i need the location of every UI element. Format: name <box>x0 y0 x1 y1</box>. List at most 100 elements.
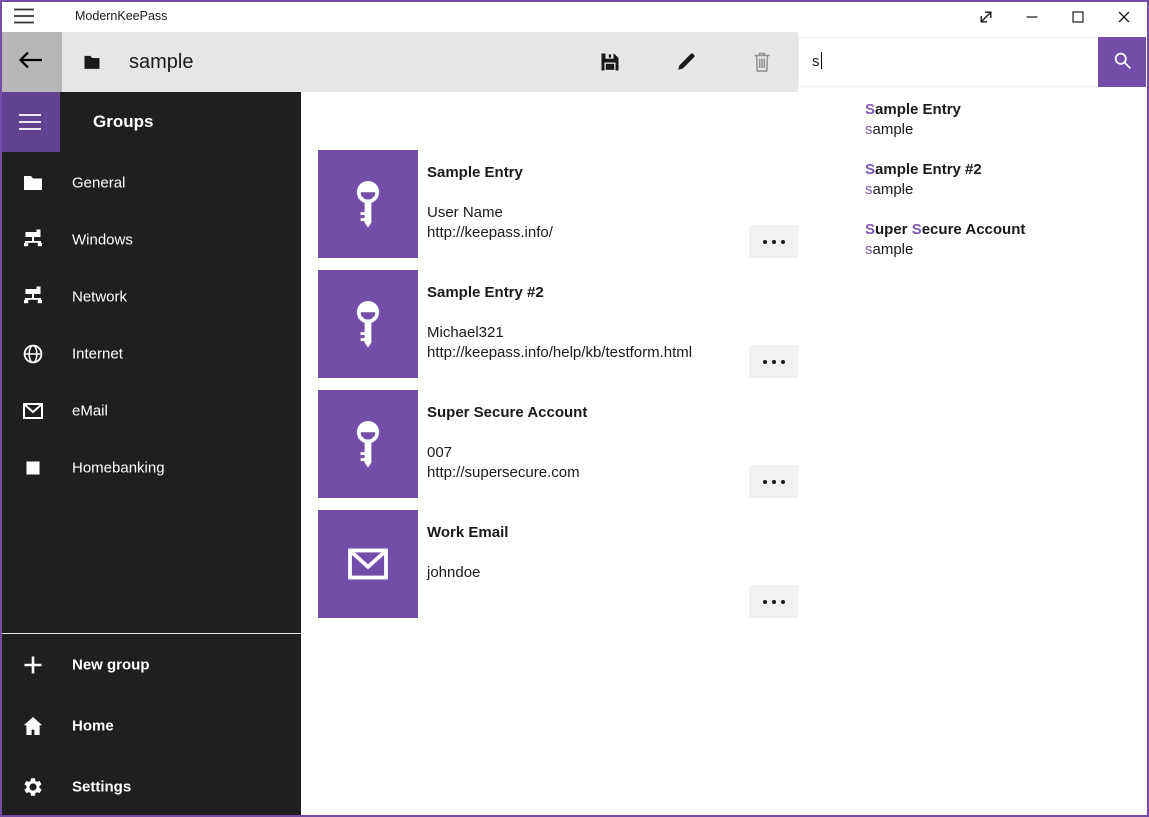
maximize-button[interactable] <box>1055 2 1101 32</box>
sidebar-action-new-group[interactable]: New group <box>0 634 301 695</box>
globe-icon <box>20 341 46 367</box>
sidebar-item-network[interactable]: Network <box>0 268 301 325</box>
entry-row-super-secure-account[interactable]: Super Secure Account 007 http://supersec… <box>318 390 798 498</box>
save-icon <box>598 50 622 74</box>
pencil-icon <box>674 50 698 74</box>
suggestion-subtitle: sample <box>865 120 1147 140</box>
sidebar-action-home[interactable]: Home <box>0 695 301 756</box>
close-button[interactable] <box>1101 2 1147 32</box>
sidebar-item-network-label: Network <box>72 288 127 305</box>
sidebar-action-new-group-label: New group <box>72 656 150 673</box>
entry-tile <box>318 270 418 378</box>
sidebar-item-windows-label: Windows <box>72 231 133 248</box>
key-icon <box>341 297 395 351</box>
entry-row-work-email[interactable]: Work Email johndoe <box>318 510 798 618</box>
entry-username: User Name <box>427 204 503 221</box>
envelope-icon <box>341 537 395 591</box>
fullscreen-button[interactable] <box>963 2 1009 32</box>
sidebar-item-internet-label: Internet <box>72 345 123 362</box>
app-title: ModernKeePass <box>75 0 167 32</box>
sidebar-item-windows[interactable]: Windows <box>0 211 301 268</box>
entry-tile <box>318 390 418 498</box>
close-icon <box>1112 5 1136 29</box>
entry-url: http://keepass.info/help/kb/testform.htm… <box>427 344 692 361</box>
suggestion-subtitle: sample <box>865 240 1147 260</box>
network-icon <box>20 284 46 310</box>
entry-username: Michael321 <box>427 324 504 341</box>
sidebar: Groups General Windows Network Internet … <box>0 92 301 815</box>
sidebar-action-settings[interactable]: Settings <box>0 756 301 817</box>
suggestion-sample-entry[interactable]: Sample Entry sample <box>865 100 1147 140</box>
more-button[interactable] <box>749 585 798 618</box>
sidebar-bottom-actions: New group Home Settings <box>0 633 301 817</box>
window-controls <box>963 2 1147 32</box>
maximize-icon <box>1066 5 1090 29</box>
sidebar-item-general[interactable]: General <box>0 154 301 211</box>
square-icon <box>20 455 46 481</box>
minimize-icon <box>1020 5 1044 29</box>
more-button[interactable] <box>749 345 798 378</box>
search-area: s <box>798 32 1147 92</box>
sidebar-item-email-label: eMail <box>72 402 108 419</box>
suggestion-title: Super Secure Account <box>865 220 1147 240</box>
group-list: General Windows Network Internet eMail H… <box>0 154 301 496</box>
gear-icon <box>20 774 46 800</box>
suggestion-title: Sample Entry <box>865 100 1147 120</box>
entry-title: Sample Entry #2 <box>427 284 544 301</box>
entry-username: 007 <box>427 444 452 461</box>
sidebar-action-settings-label: Settings <box>72 778 131 795</box>
sidebar-item-homebanking[interactable]: Homebanking <box>0 439 301 496</box>
app-window: ModernKeePass sample s <box>0 0 1149 817</box>
entry-title: Work Email <box>427 524 508 541</box>
folder-icon <box>20 170 46 196</box>
plus-icon <box>20 652 46 678</box>
title-bar: ModernKeePass <box>0 0 1149 32</box>
edit-button[interactable] <box>662 38 710 86</box>
text-caret <box>821 52 822 69</box>
key-icon <box>341 177 395 231</box>
hamburger-icon[interactable] <box>12 6 38 26</box>
more-button[interactable] <box>749 225 798 258</box>
database-title: sample <box>129 32 193 92</box>
entry-title: Sample Entry <box>427 164 523 181</box>
back-arrow-icon <box>17 48 45 77</box>
entry-list: Sample Entry User Name http://keepass.in… <box>318 150 798 630</box>
home-icon <box>20 713 46 739</box>
sidebar-item-homebanking-label: Homebanking <box>72 459 165 476</box>
suggestion-sample-entry-2[interactable]: Sample Entry #2 sample <box>865 160 1147 200</box>
entry-tile <box>318 150 418 258</box>
trash-icon <box>750 50 774 74</box>
suggestion-super-secure-account[interactable]: Super Secure Account sample <box>865 220 1147 260</box>
entry-url: http://supersecure.com <box>427 464 580 481</box>
sidebar-item-email[interactable]: eMail <box>0 382 301 439</box>
search-input[interactable]: s <box>798 37 1146 87</box>
minimize-button[interactable] <box>1009 2 1055 32</box>
back-button[interactable] <box>0 32 62 92</box>
entry-row-sample-entry-2[interactable]: Sample Entry #2 Michael321 http://keepas… <box>318 270 798 378</box>
fullscreen-icon <box>974 5 998 29</box>
appbar-actions <box>586 38 786 86</box>
groups-header: Groups <box>93 92 153 152</box>
search-button[interactable] <box>1098 37 1146 87</box>
more-button[interactable] <box>749 465 798 498</box>
search-value: s <box>812 53 820 70</box>
entry-title: Super Secure Account <box>427 404 587 421</box>
sidebar-action-home-label: Home <box>72 717 114 734</box>
save-button[interactable] <box>586 38 634 86</box>
database-folder-icon <box>82 53 102 71</box>
key-icon <box>341 417 395 471</box>
search-icon <box>1112 50 1133 74</box>
sidebar-item-general-label: General <box>72 174 125 191</box>
entry-url: http://keepass.info/ <box>427 224 553 241</box>
entry-username: johndoe <box>427 564 480 581</box>
suggestion-title: Sample Entry #2 <box>865 160 1147 180</box>
search-suggestions: Sample Entry sampleSample Entry #2 sampl… <box>798 92 1147 284</box>
envelope-icon <box>20 398 46 424</box>
sidebar-item-internet[interactable]: Internet <box>0 325 301 382</box>
app-bar: sample <box>0 32 798 92</box>
suggestion-subtitle: sample <box>865 180 1147 200</box>
entry-row-sample-entry[interactable]: Sample Entry User Name http://keepass.in… <box>318 150 798 258</box>
sidebar-hamburger-icon[interactable] <box>0 92 60 152</box>
network-icon <box>20 227 46 253</box>
delete-button[interactable] <box>738 38 786 86</box>
